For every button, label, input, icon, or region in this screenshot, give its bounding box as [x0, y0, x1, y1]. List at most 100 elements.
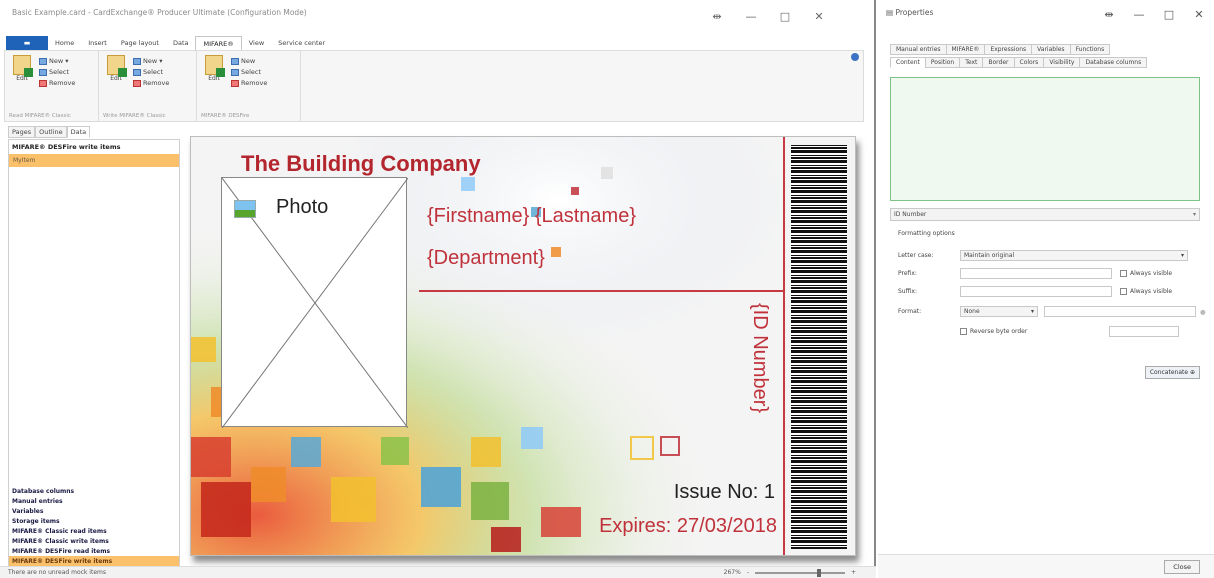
ribbon-group-write-classic: Edit New ▾ Select Remove Write MIFARE® C… [99, 51, 197, 121]
info-icon: ● [1200, 307, 1206, 316]
category-item[interactable]: MIFARE® DESFire read items [9, 546, 179, 556]
maximize-button[interactable]: □ [1154, 8, 1184, 21]
issue-number[interactable]: Issue No: 1 [674, 481, 775, 504]
tab-insert[interactable]: Insert [81, 36, 114, 50]
tab-page-layout[interactable]: Page layout [114, 36, 166, 50]
data-panel: MIFARE® DESFire write items MyItem Datab… [8, 139, 180, 567]
remove-button[interactable]: Remove [39, 79, 75, 87]
tab-data-panel[interactable]: Data [66, 126, 91, 138]
tab-border[interactable]: Border [982, 57, 1015, 68]
zoom-slider[interactable] [754, 568, 845, 577]
reverse-byte-input[interactable] [1109, 326, 1180, 337]
concatenate-button[interactable]: Concatenate ⊕ [1144, 366, 1200, 379]
file-menu-button[interactable]: ▬ [6, 36, 48, 50]
select-button[interactable]: Select [39, 68, 75, 76]
tab-manual-entries[interactable]: Manual entries [890, 44, 947, 55]
tab-service-center[interactable]: Service center [271, 36, 332, 50]
category-item[interactable]: Database columns [9, 486, 179, 496]
maximize-button[interactable]: □ [768, 10, 802, 23]
remove-button[interactable]: Remove [133, 79, 169, 87]
select-button[interactable]: Select [231, 68, 267, 76]
tab-mifare[interactable]: MIFARE® [195, 36, 242, 50]
tab-pages[interactable]: Pages [8, 126, 36, 138]
category-item[interactable]: Manual entries [9, 496, 179, 506]
edit-icon [13, 55, 33, 77]
tab-functions[interactable]: Functions [1069, 44, 1111, 55]
tab-position[interactable]: Position [924, 57, 961, 68]
field-select[interactable]: ID Number ▾ [890, 208, 1200, 221]
remove-icon [231, 79, 239, 87]
photo-placeholder[interactable]: Photo [221, 177, 408, 428]
tab-view[interactable]: View [242, 36, 271, 50]
properties-tabs-row1: Manual entries MIFARE® Expressions Varia… [890, 44, 1111, 55]
company-name[interactable]: The Building Company [241, 151, 481, 177]
suffix-input[interactable] [960, 286, 1112, 297]
id-card[interactable]: The Building Company Photo {Firstname} {… [190, 136, 856, 556]
category-item[interactable]: MIFARE® Classic write items [9, 536, 179, 546]
ribbon-group-desfire: Edit New Select Remove MIFARE® DESFire [197, 51, 301, 121]
zoom-out-button[interactable]: - [747, 569, 749, 576]
tab-colors[interactable]: Colors [1013, 57, 1045, 68]
new-button[interactable]: New ▾ [133, 57, 169, 65]
tab-variables[interactable]: Variables [1031, 44, 1071, 55]
reverse-byte-order-checkbox[interactable]: Reverse byte order [960, 328, 1027, 335]
edit-icon [205, 55, 225, 77]
help-icon[interactable] [851, 53, 859, 61]
edit-icon [107, 55, 127, 77]
ribbon: Edit New ▾ Select Remove Read MIFARE® Cl… [4, 50, 864, 122]
close-button[interactable]: ✕ [802, 10, 836, 23]
edit-button[interactable]: Edit [105, 55, 127, 117]
category-item[interactable]: Variables [9, 506, 179, 516]
close-dialog-button[interactable]: Close [1164, 560, 1200, 574]
prefix-row: Prefix: Always visible [898, 268, 1172, 279]
category-item-selected[interactable]: MIFARE® DESFire write items [9, 556, 179, 566]
chevron-down-icon: ▾ [1180, 252, 1184, 259]
category-item[interactable]: MIFARE® Classic read items [9, 526, 179, 536]
zoom-in-button[interactable]: + [851, 569, 856, 576]
id-number-field[interactable]: {ID Number} [748, 303, 771, 413]
expiry-date[interactable]: Expires: 27/03/2018 [599, 515, 777, 538]
edit-button[interactable]: Edit [11, 55, 33, 117]
format-row: Format: None ▾ ● [898, 306, 1206, 317]
tab-database-columns[interactable]: Database columns [1079, 57, 1148, 68]
prefix-input[interactable] [960, 268, 1112, 279]
tab-outline[interactable]: Outline [35, 126, 67, 138]
department-field[interactable]: {Department} [427, 247, 545, 270]
tab-home[interactable]: Home [48, 36, 81, 50]
select-button[interactable]: Select [133, 68, 169, 76]
format-select[interactable]: None ▾ [960, 306, 1038, 317]
new-button[interactable]: New ▾ [39, 57, 75, 65]
prefix-always-visible-checkbox[interactable]: Always visible [1120, 270, 1172, 277]
name-field[interactable]: {Firstname} {Lastname} [427, 205, 636, 228]
minimize-button[interactable]: — [734, 10, 768, 23]
pin-button[interactable]: ⇹ [1094, 8, 1124, 21]
new-icon [133, 57, 141, 65]
category-item[interactable]: Storage items [9, 516, 179, 526]
tab-text[interactable]: Text [959, 57, 984, 68]
ribbon-group-read-classic: Edit New ▾ Select Remove Read MIFARE® Cl… [5, 51, 99, 121]
remove-button[interactable]: Remove [231, 79, 267, 87]
minimize-button[interactable]: — [1124, 8, 1154, 21]
group-label: Write MIFARE® Classic [103, 113, 166, 119]
list-item-myitem[interactable]: MyItem [9, 154, 179, 167]
barcode[interactable] [791, 145, 847, 549]
new-button[interactable]: New [231, 57, 267, 65]
tab-visibility[interactable]: Visibility [1043, 57, 1081, 68]
formatting-options: Formatting options Letter case: Maintain… [890, 228, 1206, 348]
content-text-area[interactable] [890, 77, 1200, 201]
close-button[interactable]: ✕ [1184, 8, 1214, 21]
edit-button[interactable]: Edit [203, 55, 225, 117]
tab-expressions[interactable]: Expressions [984, 44, 1033, 55]
select-icon [133, 68, 141, 76]
tab-data[interactable]: Data [166, 36, 196, 50]
pin-button[interactable]: ⇹ [700, 10, 734, 23]
zoom-slider-handle[interactable] [816, 568, 821, 577]
tab-content[interactable]: Content [890, 57, 926, 68]
properties-window-controls: ⇹ — □ ✕ [1094, 8, 1214, 21]
category-list: Database columns Manual entries Variable… [9, 486, 179, 566]
tab-mifare[interactable]: MIFARE® [945, 44, 986, 55]
design-canvas[interactable]: The Building Company Photo {Firstname} {… [184, 136, 870, 564]
format-input[interactable] [1044, 306, 1196, 317]
suffix-always-visible-checkbox[interactable]: Always visible [1120, 288, 1172, 295]
letter-case-select[interactable]: Maintain original ▾ [960, 250, 1188, 261]
